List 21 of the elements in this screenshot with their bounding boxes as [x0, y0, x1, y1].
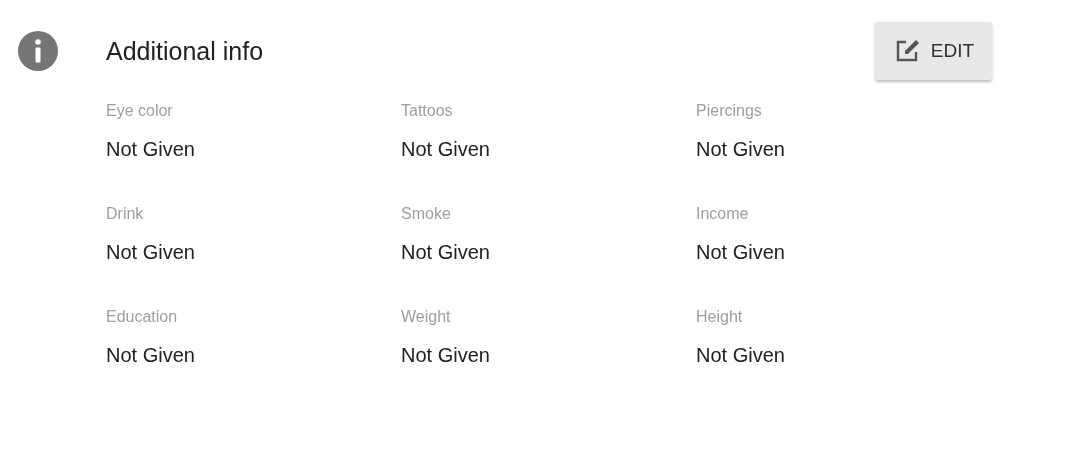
field-label: Tattoos — [401, 102, 454, 120]
field-value: Not Given — [696, 138, 786, 161]
field-label: Income — [696, 205, 750, 223]
edit-button[interactable]: EDIT — [875, 22, 992, 80]
field-label: Drink — [106, 205, 145, 223]
field-value: Not Given — [106, 344, 196, 367]
field-value: Not Given — [106, 138, 196, 161]
section-title: Additional info — [106, 36, 264, 66]
field-value: Not Given — [401, 138, 491, 161]
field-label: Piercings — [696, 102, 763, 120]
field-label: Education — [106, 308, 179, 326]
field-value: Not Given — [106, 241, 196, 264]
field-label: Eye color — [106, 102, 174, 120]
field-value: Not Given — [401, 241, 491, 264]
field-value: Not Given — [696, 241, 786, 264]
field-label: Smoke — [401, 205, 452, 223]
field-label: Weight — [401, 308, 452, 326]
field-label: Height — [696, 308, 744, 326]
field-value: Not Given — [696, 344, 786, 367]
field-value: Not Given — [401, 344, 491, 367]
info-icon — [18, 31, 58, 71]
